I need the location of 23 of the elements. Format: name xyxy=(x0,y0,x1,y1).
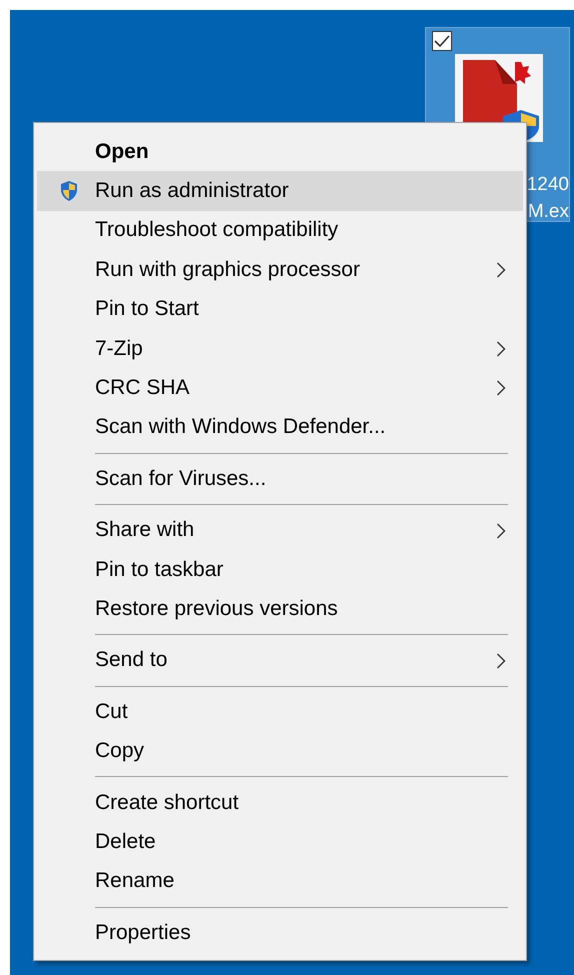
menu-item[interactable]: Send to xyxy=(37,640,523,680)
menu-item[interactable]: Pin to taskbar xyxy=(37,550,523,590)
shield-icon xyxy=(59,180,79,202)
menu-item[interactable]: 7-Zip xyxy=(37,328,523,368)
menu-item[interactable]: CRC SHA xyxy=(37,368,523,408)
menu-item[interactable]: Run as administrator xyxy=(37,171,523,211)
menu-item[interactable]: Open xyxy=(37,132,523,172)
file-name-label: 1240 xyxy=(526,173,570,197)
selection-checkbox[interactable] xyxy=(432,31,452,51)
menu-item[interactable]: Pin to Start xyxy=(37,290,523,329)
menu-item[interactable]: Delete xyxy=(37,822,523,862)
menu-item[interactable]: Share with xyxy=(37,510,523,550)
file-name-label: M.ex xyxy=(528,200,570,224)
menu-item[interactable]: Properties xyxy=(37,913,523,952)
menu-item[interactable]: Run with graphics processor xyxy=(37,250,523,290)
menu-item[interactable]: Scan with Windows Defender... xyxy=(37,408,523,448)
menu-item[interactable]: Troubleshoot compatibility xyxy=(37,210,523,250)
menu-item[interactable]: Cut xyxy=(37,692,523,732)
menu-item[interactable]: Scan for Viruses... xyxy=(37,459,523,499)
menu-item[interactable]: Copy xyxy=(37,731,523,771)
menu-item[interactable]: Create shortcut xyxy=(37,782,523,822)
menu-item[interactable]: Restore previous versions xyxy=(37,589,523,629)
menu-item[interactable]: Rename xyxy=(37,862,523,902)
